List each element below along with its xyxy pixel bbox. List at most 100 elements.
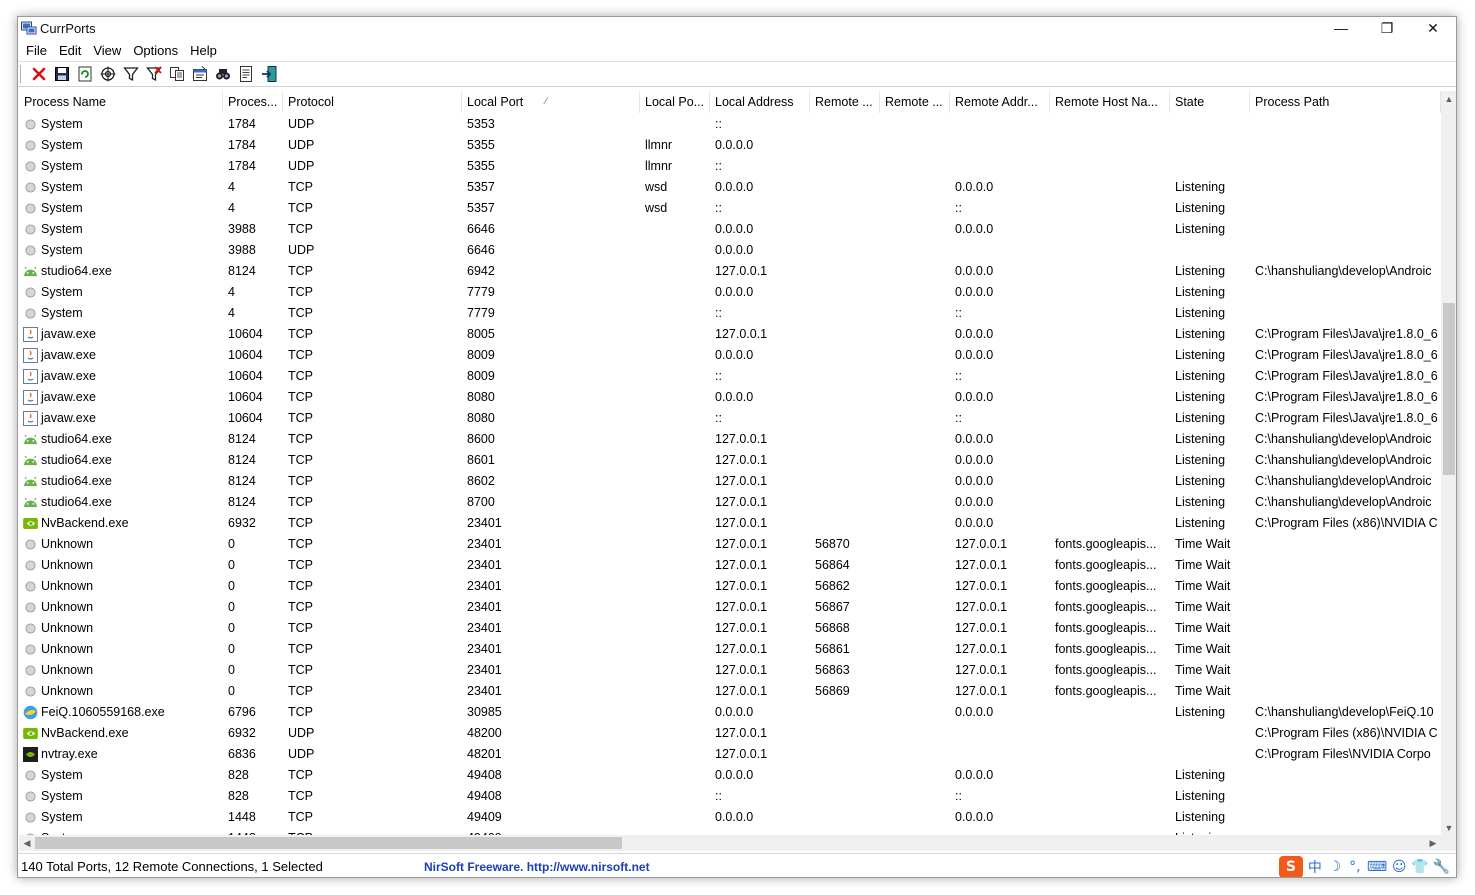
exit-icon[interactable] xyxy=(257,63,280,85)
close-button[interactable]: ✕ xyxy=(1410,17,1456,39)
moon-icon[interactable]: ☽ xyxy=(1327,857,1343,877)
target-icon[interactable] xyxy=(96,63,119,85)
nirsoft-link[interactable]: NirSoft Freeware. http://www.nirsoft.net xyxy=(418,860,650,874)
menu-help[interactable]: Help xyxy=(184,41,223,61)
col-protocol[interactable]: Protocol xyxy=(283,91,462,113)
cell-process-path: C:\Program Files\Java\jre1.8.0_6 xyxy=(1255,411,1438,425)
sort-ascending-icon: ⁄ xyxy=(545,96,547,107)
process-name-text: System xyxy=(41,306,83,320)
find-icon[interactable] xyxy=(211,63,234,85)
keyboard-icon[interactable]: ⌨ xyxy=(1367,857,1387,877)
cell-state: Time Wait xyxy=(1175,600,1231,614)
table-row[interactable]: System 1448 TCP 49409 0.0.0.0 0.0.0.0 Listenin… xyxy=(19,807,1441,828)
minimize-button[interactable]: — xyxy=(1318,17,1364,39)
cell-local-port-name: wsd xyxy=(645,201,668,215)
refresh-icon[interactable] xyxy=(73,63,96,85)
col-remote-port-name[interactable]: Remote ... xyxy=(880,91,950,113)
table-row[interactable]: NvBackend.exe 6932 UDP 48200 127.0.0.1 C:\Pro… xyxy=(19,723,1441,744)
table-row[interactable]: System 4 TCP 5357 wsd 0.0.0.0 0.0.0.0 Listening xyxy=(19,177,1441,198)
properties-icon[interactable] xyxy=(188,63,211,85)
filter-icon[interactable] xyxy=(119,63,142,85)
table-row[interactable]: System 3988 TCP 6646 0.0.0.0 0.0.0.0 Listening xyxy=(19,219,1441,240)
table-row[interactable]: Unknown 0 TCP 23401 127.0.0.1 56870 127.0.0.1 f… xyxy=(19,534,1441,555)
col-remote-port[interactable]: Remote ... xyxy=(810,91,880,113)
col-local-address[interactable]: Local Address xyxy=(710,91,810,113)
col-process-id[interactable]: Proces... xyxy=(223,91,283,113)
cell-remote-port-name xyxy=(880,450,950,471)
sogou-ime-icon[interactable]: S xyxy=(1278,856,1303,877)
cell-remote-address: 127.0.0.1 xyxy=(955,642,1008,656)
table-row[interactable]: studio64.exe 8124 TCP 8600 127.0.0.1 0.0.0.0 L… xyxy=(19,429,1441,450)
table-row[interactable]: javaw.exe 10604 TCP 8009:::: Listening C:\Pro… xyxy=(19,366,1441,387)
table-row[interactable]: Unknown 0 TCP 23401 127.0.0.1 56861 127.0.0.1 f… xyxy=(19,639,1441,660)
table-row[interactable]: Unknown 0 TCP 23401 127.0.0.1 56867 127.0.0.1 f… xyxy=(19,597,1441,618)
col-state[interactable]: State xyxy=(1170,91,1250,113)
ports-list[interactable]: Process Name Proces... Protocol Local Po… xyxy=(19,91,1456,851)
table-row[interactable]: System 1784 UDP 5353:: xyxy=(19,114,1441,135)
table-row[interactable]: javaw.exe 10604 TCP 8009 0.0.0.0 0.0.0.0 Liste… xyxy=(19,345,1441,366)
filter-remove-icon[interactable] xyxy=(142,63,165,85)
table-row[interactable]: System 828 TCP 49408 0.0.0.0 0.0.0.0 Listening xyxy=(19,765,1441,786)
table-row[interactable]: Unknown 0 TCP 23401 127.0.0.1 56869 127.0.0.1 f… xyxy=(19,681,1441,702)
table-row[interactable]: System 4 TCP 7779:::: Listening xyxy=(19,303,1441,324)
vertical-scrollbar[interactable]: ▲ ▼ xyxy=(1441,91,1456,836)
cell-local-port: 5355 xyxy=(467,138,495,152)
table-row[interactable]: studio64.exe 8124 TCP 8601 127.0.0.1 0.0.0.0 L… xyxy=(19,450,1441,471)
cell-process-id: 6796 xyxy=(228,705,256,719)
col-local-port-name[interactable]: Local Po... xyxy=(640,91,710,113)
table-row[interactable]: FeiQ.1060559168.exe 6796 TCP 30985 0.0.0.0 0.… xyxy=(19,702,1441,723)
save-icon[interactable] xyxy=(50,63,73,85)
copy-icon[interactable] xyxy=(165,63,188,85)
col-process-path[interactable]: Process Path xyxy=(1250,91,1441,113)
table-row[interactable]: System 1784 UDP 5355 llmnr 0.0.0.0 xyxy=(19,135,1441,156)
horizontal-scrollbar[interactable]: ◀ ▶ xyxy=(19,835,1441,851)
table-row[interactable]: System 1784 UDP 5355 llmnr:: xyxy=(19,156,1441,177)
scroll-right-arrow-icon[interactable]: ▶ xyxy=(1425,835,1441,851)
html-report-icon[interactable] xyxy=(234,63,257,85)
close-connection-icon[interactable] xyxy=(27,63,50,85)
table-row[interactable]: javaw.exe 10604 TCP 8080 0.0.0.0 0.0.0.0 Liste… xyxy=(19,387,1441,408)
table-row[interactable]: Unknown 0 TCP 23401 127.0.0.1 56868 127.0.0.1 f… xyxy=(19,618,1441,639)
table-row[interactable]: System 4 TCP 7779 0.0.0.0 0.0.0.0 Listening xyxy=(19,282,1441,303)
wrench-icon[interactable]: 🔧 xyxy=(1433,857,1450,877)
menu-options[interactable]: Options xyxy=(127,41,184,61)
table-row[interactable]: javaw.exe 10604 TCP 8005 127.0.0.1 0.0.0.0 Lis… xyxy=(19,324,1441,345)
punctuation-icon[interactable]: °, xyxy=(1347,857,1363,877)
table-row[interactable]: Unknown 0 TCP 23401 127.0.0.1 56862 127.0.0.1 f… xyxy=(19,576,1441,597)
table-row[interactable]: studio64.exe 8124 TCP 6942 127.0.0.1 0.0.0.0 L… xyxy=(19,261,1441,282)
user-icon[interactable]: ☺ xyxy=(1391,857,1407,877)
menu-file[interactable]: File xyxy=(20,41,53,61)
table-row[interactable]: System 3988 UDP 6646 0.0.0.0 xyxy=(19,240,1441,261)
col-remote-address[interactable]: Remote Addr... xyxy=(950,91,1050,113)
table-row[interactable]: Unknown 0 TCP 23401 127.0.0.1 56864 127.0.0.1 f… xyxy=(19,555,1441,576)
scroll-left-arrow-icon[interactable]: ◀ xyxy=(19,835,35,851)
cell-process-path xyxy=(1250,618,1441,639)
maximize-button[interactable]: ❐ xyxy=(1364,17,1410,39)
cell-remote-port-name xyxy=(880,366,950,387)
table-row[interactable]: nvtray.exe 6836 UDP 48201 127.0.0.1 C:\Progra… xyxy=(19,744,1441,765)
cell-remote-port-name xyxy=(880,303,950,324)
table-row[interactable]: javaw.exe 10604 TCP 8080:::: Listening C:\Pro… xyxy=(19,408,1441,429)
table-row[interactable]: System 4 TCP 5357 wsd:::: Listening xyxy=(19,198,1441,219)
shirt-icon[interactable]: 👕 xyxy=(1411,857,1428,877)
col-remote-host-name[interactable]: Remote Host Na... xyxy=(1050,91,1170,113)
col-process-name[interactable]: Process Name xyxy=(19,91,223,113)
table-row[interactable]: studio64.exe 8124 TCP 8602 127.0.0.1 0.0.0.0 L… xyxy=(19,471,1441,492)
chinese-mode-icon[interactable]: 中 xyxy=(1307,857,1323,877)
table-row[interactable]: System 828 TCP 49408:::: Listening xyxy=(19,786,1441,807)
feiq-process-icon xyxy=(23,705,38,720)
menu-view[interactable]: View xyxy=(87,41,127,61)
table-row[interactable]: NvBackend.exe 6932 TCP 23401 127.0.0.1 0.0.0.… xyxy=(19,513,1441,534)
title-bar[interactable]: CurrPorts — ❐ ✕ xyxy=(18,17,1456,41)
col-local-port[interactable]: Local Port ⁄ xyxy=(462,91,640,113)
table-row[interactable]: studio64.exe 8124 TCP 8700 127.0.0.1 0.0.0.0 L… xyxy=(19,492,1441,513)
cell-process-id: 8124 xyxy=(228,264,256,278)
horizontal-scroll-thumb[interactable] xyxy=(35,837,622,849)
vertical-scroll-thumb[interactable] xyxy=(1443,303,1455,475)
scroll-down-arrow-icon[interactable]: ▼ xyxy=(1441,820,1456,836)
table-row[interactable]: Unknown 0 TCP 23401 127.0.0.1 56863 127.0.0.1 f… xyxy=(19,660,1441,681)
cell-local-port-name xyxy=(640,324,710,345)
process-name-text: studio64.exe xyxy=(41,264,112,278)
menu-edit[interactable]: Edit xyxy=(53,41,87,61)
scroll-up-arrow-icon[interactable]: ▲ xyxy=(1441,91,1456,107)
